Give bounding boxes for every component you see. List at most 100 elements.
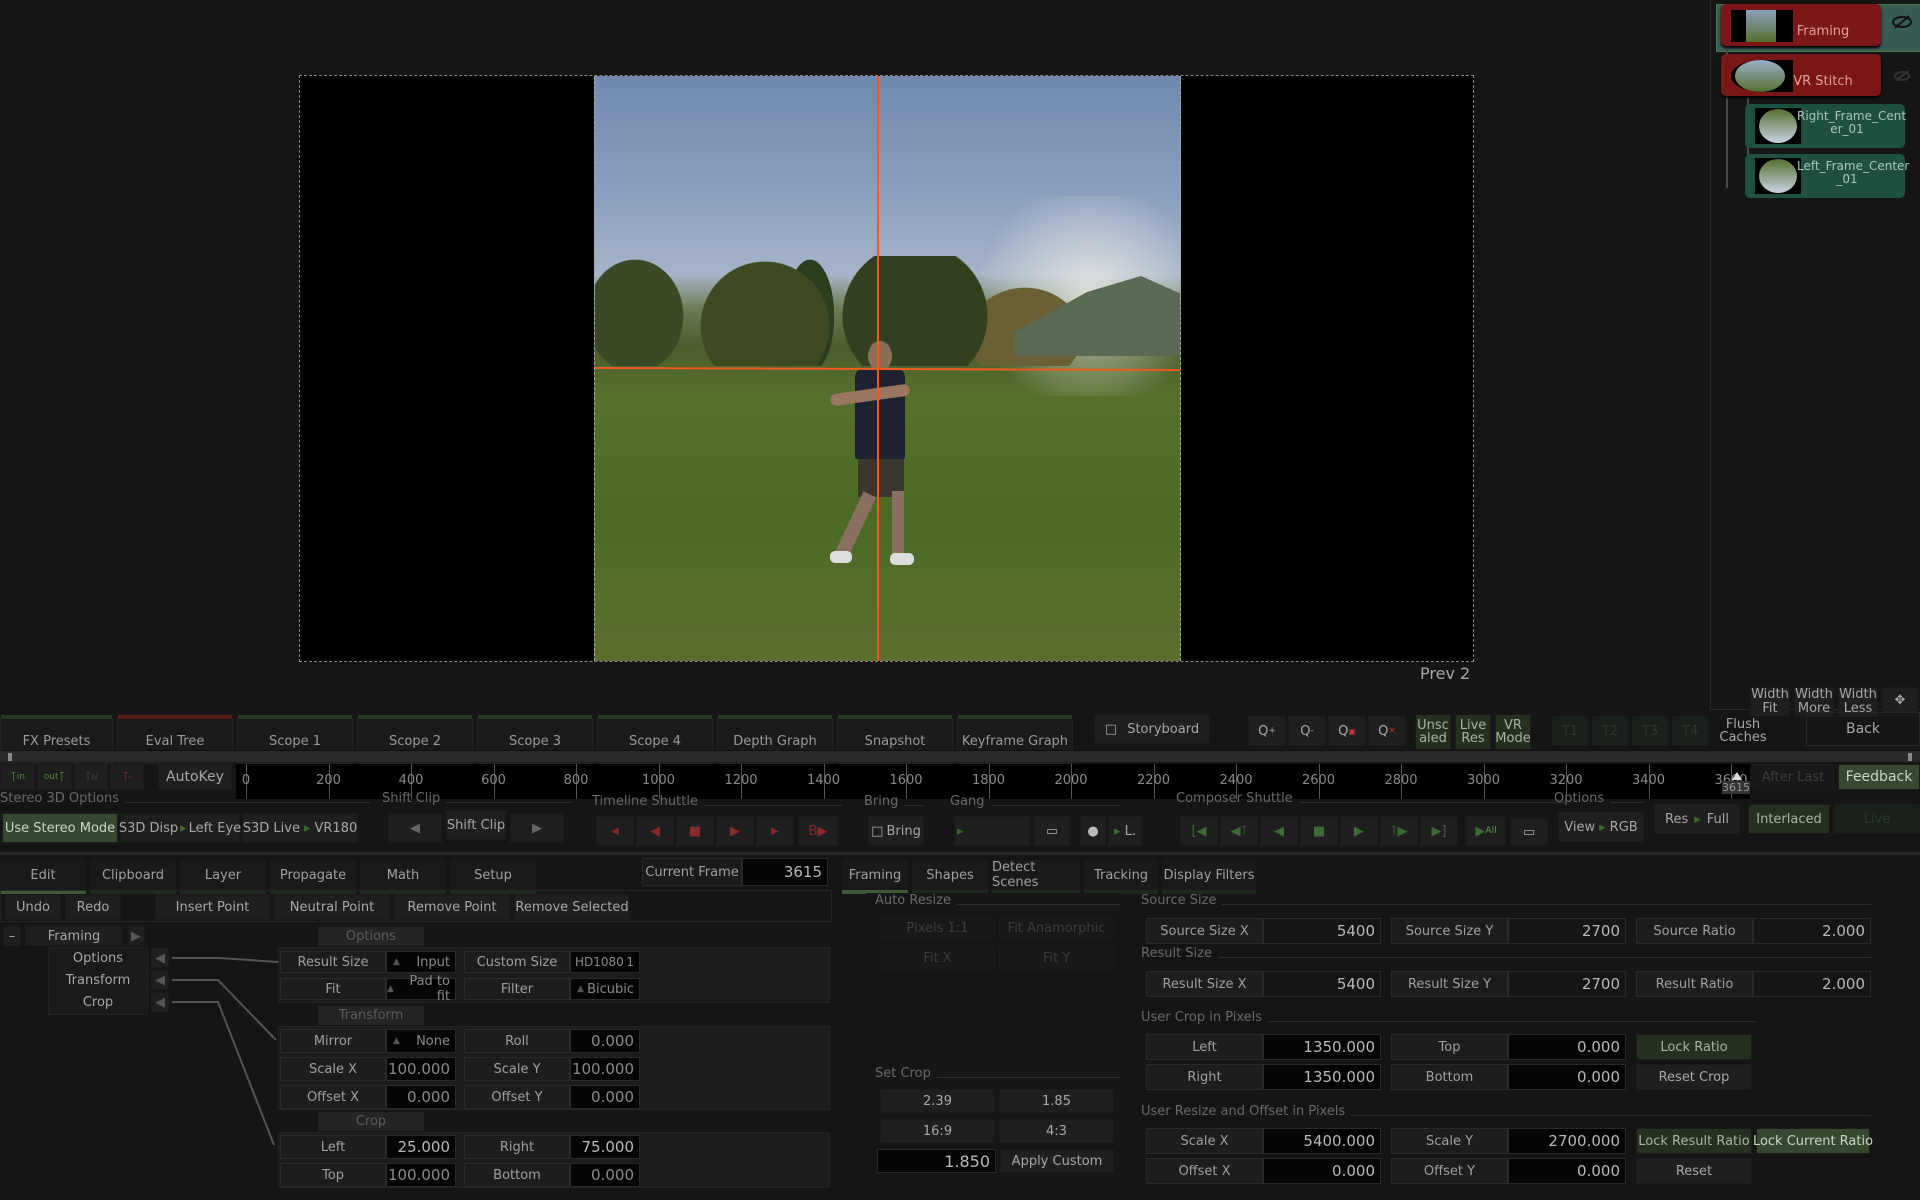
flush-caches-button[interactable]: Flush Caches <box>1718 716 1768 746</box>
composer-back-icon[interactable]: ◀ <box>1260 816 1298 846</box>
composer-start-icon[interactable]: [◀ <box>1180 816 1218 846</box>
edit-tab-edit[interactable]: Edit <box>0 860 86 894</box>
scale-y-field[interactable]: 100.000 <box>570 1057 640 1081</box>
custom-ratio-field[interactable]: 1.850 <box>877 1149 996 1173</box>
key-in-icon[interactable]: ⊺ in <box>0 764 35 790</box>
scroll-handle-right[interactable] <box>1908 753 1912 761</box>
user-scale-y-field[interactable]: 2700.000 <box>1508 1128 1626 1154</box>
lock-result-ratio-button[interactable]: Lock Result Ratio <box>1636 1128 1752 1154</box>
t3-button[interactable]: T3 <box>1632 716 1668 746</box>
crosshair-vertical[interactable] <box>877 76 879 661</box>
edit-tab-propagate[interactable]: Propagate <box>270 860 356 894</box>
shuttle-forward-icon[interactable]: ▶ <box>716 816 754 846</box>
reset-crop-button[interactable]: Reset Crop <box>1636 1064 1752 1090</box>
composer-stop-icon[interactable]: ■ <box>1300 816 1338 846</box>
gang-device-icon[interactable]: ▭ <box>1034 816 1070 846</box>
tree-root-framing[interactable]: Framing <box>25 926 123 946</box>
composer-prev-key-icon[interactable]: ◀⊺ <box>1220 816 1258 846</box>
user-offset-y-field[interactable]: 0.000 <box>1508 1158 1626 1184</box>
edit-tab-clipboard[interactable]: Clipboard <box>90 860 176 894</box>
key-next-icon[interactable]: ⊺ N <box>74 764 108 790</box>
feedback-button[interactable]: Feedback <box>1838 764 1920 790</box>
shift-right-button[interactable]: ▶ <box>510 813 564 843</box>
remove-selected-button[interactable]: Remove Selected <box>514 894 630 920</box>
neutral-point-button[interactable]: Neutral Point <box>274 894 390 920</box>
node-framing[interactable]: Framing <box>1721 4 1881 46</box>
zoom-out-icon[interactable]: Q- <box>1288 716 1326 746</box>
width-fit-button[interactable]: Width Fit <box>1750 687 1790 717</box>
tree-expand-icon[interactable]: ▶ <box>127 926 145 946</box>
offset-y-field[interactable]: 0.000 <box>570 1085 640 1109</box>
zoom-region-icon[interactable]: Q ▣ <box>1328 716 1366 746</box>
collapse-arrow-icon[interactable]: ◀ <box>151 992 169 1012</box>
crop-239-button[interactable]: 2.39 <box>880 1089 995 1113</box>
filter-dropdown[interactable]: ▲ Bicubic <box>570 978 640 1000</box>
s3d-live-dropdown[interactable]: S3D Live ▸ VR180 <box>242 813 358 843</box>
user-crop-left-field[interactable]: 1350.000 <box>1263 1034 1381 1060</box>
insert-point-button[interactable]: Insert Point <box>155 894 270 920</box>
offset-x-field[interactable]: 0.000 <box>386 1085 456 1109</box>
view-rgb-dropdown[interactable]: View ▸ RGB <box>1558 812 1644 842</box>
crop-bottom-field[interactable]: 0.000 <box>570 1163 640 1187</box>
playhead-marker[interactable]: 3615 <box>1720 764 1750 799</box>
composer-next-key-icon[interactable]: ⊺▶ <box>1380 816 1418 846</box>
edit-tab-setup[interactable]: Setup <box>450 860 536 894</box>
framing-tab-shapes[interactable]: Shapes <box>912 860 988 894</box>
crop-4-3-button[interactable]: 4:3 <box>999 1119 1114 1143</box>
result-size-y-field[interactable]: 2700 <box>1508 971 1626 997</box>
zoom-reset-icon[interactable]: Q × <box>1368 716 1406 746</box>
live-res-button[interactable]: Live Res <box>1455 714 1491 750</box>
framing-tab-tracking[interactable]: Tracking <box>1084 860 1158 894</box>
key-out-icon[interactable]: out ⊺ <box>37 764 72 790</box>
remove-point-button[interactable]: Remove Point <box>394 894 510 920</box>
transform-header[interactable]: Transform <box>318 1006 424 1025</box>
node-right-frame[interactable]: Right_Frame_Cent er_01 <box>1745 104 1906 148</box>
viewer[interactable] <box>299 75 1474 662</box>
move-icon[interactable]: ✥ <box>1882 687 1918 713</box>
gang-record-icon[interactable]: ● <box>1080 816 1106 846</box>
shuttle-bounce-icon[interactable]: B▶ <box>798 816 838 846</box>
fit-y-button[interactable]: Fit Y <box>999 946 1114 970</box>
crop-16-9-button[interactable]: 16:9 <box>880 1119 995 1143</box>
shuttle-forward-fast-icon[interactable]: ▶ <box>756 816 794 846</box>
tree-item-transform[interactable]: Transform <box>50 970 146 990</box>
t1-button[interactable]: T1 <box>1552 716 1588 746</box>
zoom-in-icon[interactable]: Q + <box>1248 716 1286 746</box>
live-button[interactable]: Live <box>1834 804 1920 834</box>
user-scale-x-field[interactable]: 5400.000 <box>1263 1128 1381 1154</box>
composer-play-icon[interactable]: ▶ <box>1340 816 1378 846</box>
current-frame-field[interactable]: 3615 <box>742 858 828 886</box>
shuttle-back-fast-icon[interactable]: ◀ <box>596 816 634 846</box>
node-left-frame[interactable]: Left_Frame_Center _01 <box>1745 154 1909 198</box>
reset-button[interactable]: Reset <box>1636 1158 1752 1184</box>
result-size-x-field[interactable]: 5400 <box>1263 971 1381 997</box>
user-crop-bottom-field[interactable]: 0.000 <box>1508 1064 1626 1090</box>
shuttle-back-icon[interactable]: ◀ <box>636 816 674 846</box>
tree-item-options[interactable]: Options <box>50 948 146 968</box>
shift-clip-button[interactable]: Shift Clip <box>446 810 506 840</box>
interlaced-button[interactable]: Interlaced <box>1748 804 1830 834</box>
tree-item-crop[interactable]: Crop <box>50 992 146 1012</box>
storyboard-button[interactable]: □ Storyboard <box>1094 714 1210 744</box>
redo-button[interactable]: Redo <box>65 894 121 920</box>
t4-button[interactable]: T4 <box>1672 716 1708 746</box>
composer-end-icon[interactable]: ▶] <box>1420 816 1458 846</box>
user-crop-right-field[interactable]: 1350.000 <box>1263 1064 1381 1090</box>
eye-off-icon[interactable] <box>1891 68 1913 84</box>
fit-dropdown[interactable]: ▲ Pad to fit <box>386 974 456 1004</box>
user-crop-top-field[interactable]: 0.000 <box>1508 1034 1626 1060</box>
scale-x-field[interactable]: 100.000 <box>386 1057 456 1081</box>
back-button[interactable]: Back <box>1806 712 1920 746</box>
source-ratio-field[interactable]: 2.000 <box>1753 918 1871 944</box>
options-header[interactable]: Options <box>318 927 424 946</box>
collapse-button[interactable]: – <box>3 926 21 946</box>
collapse-arrow-icon[interactable]: ◀ <box>151 970 169 990</box>
autokey-button[interactable]: AutoKey <box>158 764 232 790</box>
crop-185-button[interactable]: 1.85 <box>999 1089 1114 1113</box>
framing-tab-detect-scenes[interactable]: Detect Scenes <box>992 860 1080 894</box>
key-delete-icon[interactable]: ⊺ - <box>110 764 144 790</box>
t2-button[interactable]: T2 <box>1592 716 1628 746</box>
node-vr-stitch[interactable]: VR Stitch <box>1721 54 1881 96</box>
framing-tab-framing[interactable]: Framing <box>842 860 908 894</box>
undo-button[interactable]: Undo <box>5 894 61 920</box>
